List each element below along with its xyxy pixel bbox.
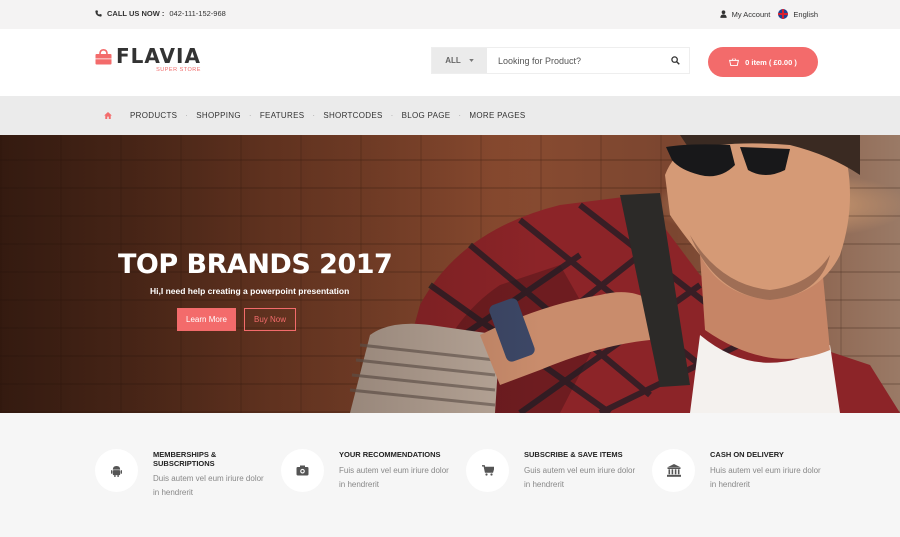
search-category-dropdown[interactable]: ALL bbox=[432, 48, 487, 73]
cart-summary: 0 item ( £0.00 ) bbox=[745, 57, 797, 67]
basket-icon bbox=[729, 58, 740, 66]
nav-separator: · bbox=[312, 111, 316, 120]
nav-item-blog-page[interactable]: BLOG PAGE bbox=[402, 111, 451, 120]
nav-item-features[interactable]: FEATURES bbox=[260, 111, 304, 120]
camera-icon bbox=[296, 465, 309, 476]
feature-desc: Guis autem vel eum iriure dolor in hendr… bbox=[524, 465, 636, 489]
logo-name: FLAVIA bbox=[116, 44, 201, 68]
features-section: MEMBERSHIPS & SUBSCRIPTIONS Duis autem v… bbox=[0, 413, 900, 537]
hero-title: TOP BRANDS 2017 bbox=[118, 249, 393, 280]
shopping-bag-icon bbox=[95, 49, 112, 65]
hero-subtitle: Hi,I need help creating a powerpoint pre… bbox=[150, 286, 350, 296]
bank-icon bbox=[666, 464, 681, 477]
nav-separator: · bbox=[248, 111, 252, 120]
feature-subscribe-save: SUBSCRIBE & SAVE ITEMS Guis autem vel eu… bbox=[466, 449, 639, 492]
language-label: English bbox=[793, 9, 818, 19]
search-category-label: ALL bbox=[445, 56, 461, 65]
main-nav: PRODUCTS · SHOPPING · FEATURES · SHORTCO… bbox=[0, 96, 900, 135]
search-button[interactable] bbox=[661, 48, 689, 73]
my-account-link[interactable]: My Account bbox=[719, 9, 771, 19]
nav-item-shopping[interactable]: SHOPPING bbox=[196, 111, 241, 120]
feature-desc: Fuis autem vel eum iriure dolor in hendr… bbox=[339, 465, 449, 489]
call-label: CALL US NOW : bbox=[107, 9, 165, 18]
cart-button[interactable]: 0 item ( £0.00 ) bbox=[708, 47, 818, 77]
feature-desc: Huis autem vel eum iriure dolor in hendr… bbox=[710, 465, 821, 489]
feature-desc: Duis autem vel eum iriure dolor in hendr… bbox=[153, 474, 264, 498]
call-us: CALL US NOW : 042-111-152-968 bbox=[95, 9, 226, 18]
phone-icon bbox=[95, 10, 102, 17]
nav-separator: · bbox=[185, 111, 189, 120]
feature-title: YOUR RECOMMENDATIONS bbox=[339, 450, 441, 459]
search-bar: ALL bbox=[431, 47, 690, 74]
buy-now-button[interactable]: Buy Now bbox=[244, 308, 296, 331]
site-logo[interactable]: FLAVIA SUPER STORE bbox=[95, 46, 201, 74]
learn-more-button[interactable]: Learn More bbox=[177, 308, 236, 331]
my-account-label: My Account bbox=[731, 9, 771, 19]
phone-number: 042-111-152-968 bbox=[169, 9, 226, 18]
feature-title: CASH ON DELIVERY bbox=[710, 450, 784, 459]
user-icon bbox=[719, 10, 727, 18]
language-selector[interactable]: English bbox=[778, 9, 818, 19]
uk-flag-icon bbox=[778, 9, 789, 19]
feature-title: MEMBERSHIPS & SUBSCRIPTIONS bbox=[153, 450, 217, 468]
search-icon bbox=[670, 56, 680, 65]
nav-separator: · bbox=[458, 111, 462, 120]
nav-home[interactable] bbox=[104, 112, 112, 119]
nav-separator: · bbox=[390, 111, 394, 120]
hero-banner: TOP BRANDS 2017 Hi,I need help creating … bbox=[0, 135, 900, 413]
nav-item-more-pages[interactable]: MORE PAGES bbox=[469, 111, 525, 120]
nav-item-products[interactable]: PRODUCTS bbox=[130, 111, 177, 120]
feature-recommendations: YOUR RECOMMENDATIONS Fuis autem vel eum … bbox=[281, 449, 454, 492]
feature-title: SUBSCRIBE & SAVE ITEMS bbox=[524, 450, 623, 459]
cart-icon bbox=[481, 465, 494, 476]
android-icon bbox=[111, 465, 122, 477]
feature-cash-on-delivery: CASH ON DELIVERY Huis autem vel eum iriu… bbox=[652, 449, 825, 492]
nav-item-shortcodes[interactable]: SHORTCODES bbox=[323, 111, 382, 120]
caret-down-icon bbox=[469, 59, 474, 62]
home-icon bbox=[104, 112, 112, 119]
logo-tagline: SUPER STORE bbox=[156, 67, 201, 73]
feature-memberships: MEMBERSHIPS & SUBSCRIPTIONS Duis autem v… bbox=[95, 449, 268, 500]
top-bar: CALL US NOW : 042-111-152-968 My Account… bbox=[0, 0, 900, 29]
site-header: FLAVIA SUPER STORE ALL 0 item ( £0.00 ) bbox=[0, 29, 900, 96]
search-input[interactable] bbox=[487, 48, 661, 73]
